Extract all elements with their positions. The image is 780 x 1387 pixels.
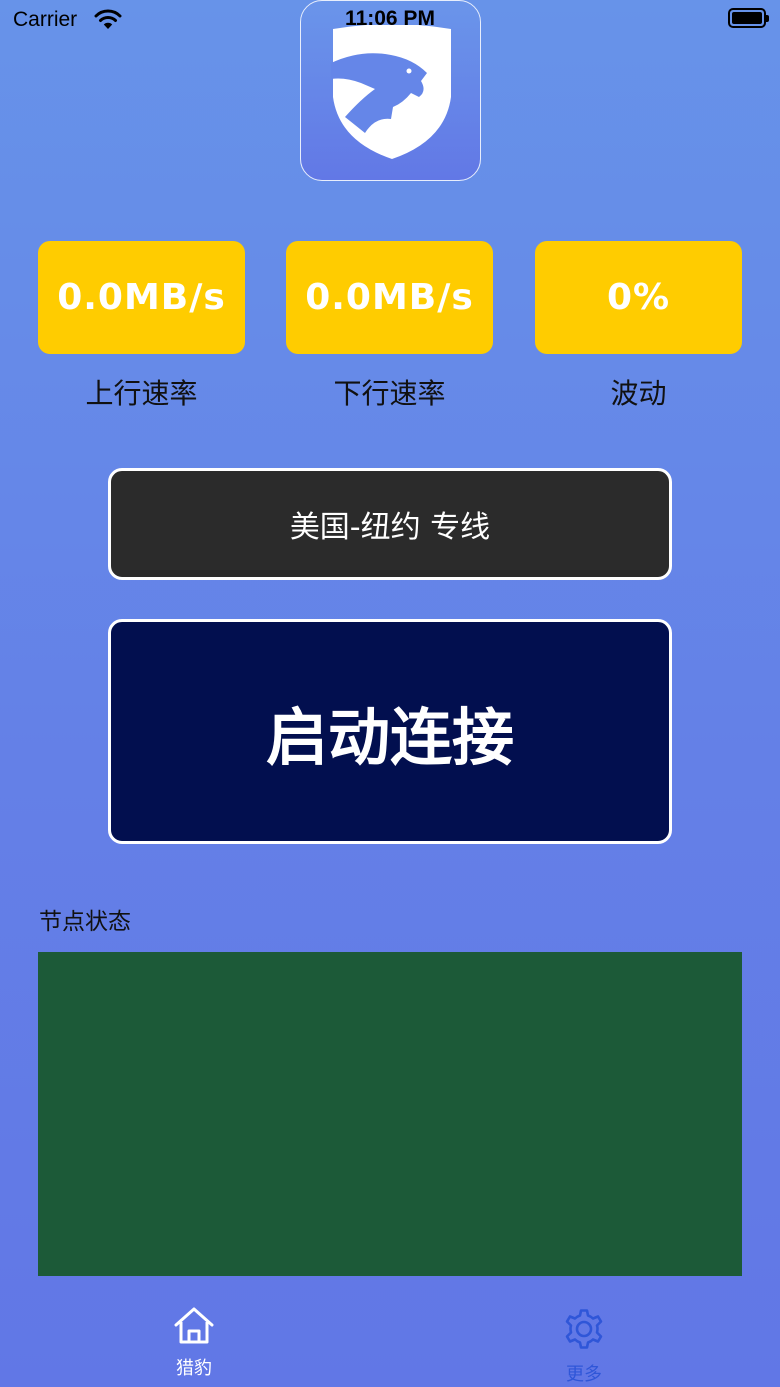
- upload-rate-label: 上行速率: [85, 377, 198, 410]
- upload-rate-stat: 0.0MB/s 上行速率: [38, 241, 245, 412]
- connect-label: 启动连接: [265, 700, 514, 774]
- upload-rate-value: 0.0MB/s: [38, 241, 245, 354]
- connect-button[interactable]: 启动连接: [108, 619, 672, 844]
- status-time: 11:06 PM: [345, 7, 435, 30]
- fluctuation-label: 波动: [610, 377, 667, 410]
- node-status-title: 节点状态: [39, 909, 131, 935]
- tab-home[interactable]: 猎豹: [134, 1306, 254, 1380]
- node-status-panel: [38, 952, 742, 1276]
- route-label: 美国-纽约 专线: [289, 510, 491, 545]
- download-rate-stat: 0.0MB/s 下行速率: [286, 241, 493, 412]
- panther-shield-icon: [331, 25, 451, 159]
- home-icon: [174, 1307, 214, 1344]
- route-select-button[interactable]: 美国-纽约 专线: [108, 468, 672, 580]
- fluctuation-value: 0%: [535, 241, 742, 354]
- tab-home-label: 猎豹: [176, 1358, 212, 1379]
- tab-more-label: 更多: [566, 1364, 602, 1385]
- tab-more[interactable]: 更多: [524, 1306, 644, 1386]
- download-rate-value: 0.0MB/s: [286, 241, 493, 354]
- download-rate-label: 下行速率: [333, 377, 446, 410]
- gear-icon: [565, 1309, 603, 1349]
- fluctuation-stat: 0% 波动: [535, 241, 742, 412]
